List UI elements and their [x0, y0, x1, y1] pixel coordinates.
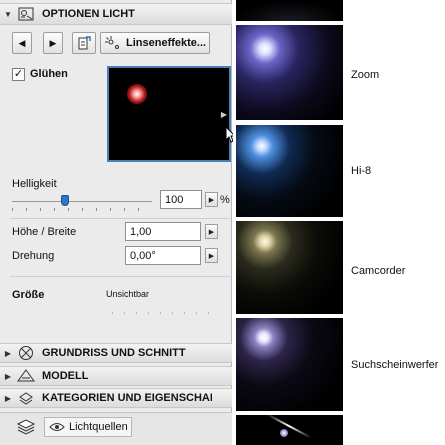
- categories-icon: [16, 390, 36, 406]
- arrow-right-icon: ▶: [49, 37, 57, 48]
- categories-section-header[interactable]: ▶ KATEGORIEN UND EIGENSCHAFTEN: [0, 388, 232, 408]
- model-icon: [16, 368, 36, 384]
- gallery-thumbnail-5[interactable]: [236, 415, 343, 445]
- gallery-thumbnail-3[interactable]: [236, 221, 343, 314]
- arrow-right-icon: ▶: [208, 196, 215, 204]
- arrow-right-icon: ▶: [208, 252, 215, 260]
- lens-flare-icon: [105, 36, 119, 49]
- gallery-thumbnail-4[interactable]: [236, 318, 343, 411]
- size-value: Unsichtbar: [106, 289, 150, 299]
- floor-plan-section-header[interactable]: ▶ GRUNDRISS UND SCHNITT: [0, 343, 232, 363]
- gallery-thumbnail-0[interactable]: [236, 0, 343, 21]
- rotation-label: Drehung: [12, 250, 55, 262]
- expand-triangle-icon[interactable]: ▶: [0, 349, 16, 358]
- preview-arrow-icon[interactable]: ▶: [219, 106, 229, 122]
- light-settings-icon: [16, 6, 36, 22]
- size-slider-ticks: [112, 312, 220, 314]
- brightness-slider-thumb[interactable]: [61, 195, 70, 206]
- slider-ticks: [12, 208, 152, 211]
- gallery-thumbnail-2[interactable]: [236, 125, 343, 217]
- glow-label: Glühen: [30, 68, 68, 80]
- layers-icon[interactable]: [16, 419, 36, 435]
- footer-bar: Lichtquellen: [0, 412, 232, 445]
- arrow-left-icon: ◀: [18, 37, 26, 48]
- model-section-header[interactable]: ▶ MODELL: [0, 366, 232, 386]
- collapse-triangle-icon[interactable]: ▼: [0, 10, 16, 19]
- eye-icon: [49, 423, 65, 431]
- glow-preview[interactable]: ▶: [107, 66, 231, 162]
- glow-checkbox[interactable]: ✓: [12, 68, 25, 81]
- lens-effects-label: Linseneffekte...: [126, 37, 207, 49]
- previous-button[interactable]: ◀: [12, 32, 32, 54]
- light-options-title: OPTIONEN LICHT: [42, 8, 135, 20]
- brightness-unit: %: [220, 194, 230, 206]
- brightness-stepper[interactable]: ▶: [205, 192, 218, 207]
- size-label: Größe: [12, 289, 45, 301]
- floor-plan-section-icon: [16, 345, 36, 361]
- light-options-panel: ▼ OPTIONEN LICHT ◀ ▶ Linseneffekte... ✓ …: [0, 0, 237, 445]
- arrow-right-icon: ▶: [208, 228, 215, 236]
- checkmark-icon: ✓: [13, 68, 24, 80]
- brightness-slider[interactable]: [12, 195, 152, 206]
- lens-effect-gallery: Zoom Hi-8 Camcorder Suchscheinwerfer: [233, 0, 445, 445]
- lens-effects-button[interactable]: Linseneffekte...: [100, 32, 210, 54]
- light-streak: [266, 415, 312, 439]
- height-width-input[interactable]: 1,00: [125, 222, 201, 241]
- divider: [10, 218, 230, 219]
- expand-triangle-icon[interactable]: ▶: [0, 372, 16, 381]
- model-section-title: MODELL: [42, 370, 89, 382]
- glow-spot: [127, 84, 147, 104]
- brightness-label: Helligkeit: [12, 178, 57, 190]
- light-options-header[interactable]: ▼ OPTIONEN LICHT: [0, 3, 232, 25]
- brightness-input[interactable]: 100: [160, 190, 202, 209]
- floor-plan-section-title: GRUNDRISS UND SCHNITT: [42, 347, 186, 359]
- height-width-stepper[interactable]: ▶: [205, 224, 218, 239]
- divider: [10, 276, 230, 277]
- gallery-thumbnail-1[interactable]: [236, 25, 343, 120]
- light-sources-label: Lichtquellen: [69, 421, 128, 433]
- rotation-stepper[interactable]: ▶: [205, 248, 218, 263]
- next-button[interactable]: ▶: [43, 32, 63, 54]
- expand-triangle-icon[interactable]: ▶: [0, 394, 16, 403]
- gallery-label-hi8: Hi-8: [351, 165, 372, 177]
- gallery-label-zoom: Zoom: [351, 69, 380, 81]
- gallery-label-camcorder: Camcorder: [351, 265, 406, 277]
- categories-section-title: KATEGORIEN UND EIGENSCHAFTEN: [42, 392, 212, 404]
- edit-settings-button[interactable]: [72, 32, 96, 54]
- height-width-label: Höhe / Breite: [12, 226, 77, 238]
- gallery-label-searchlight: Suchscheinwerfer: [351, 359, 439, 371]
- light-spot: [280, 429, 288, 437]
- light-sources-layer-button[interactable]: Lichtquellen: [44, 417, 132, 437]
- edit-document-icon: [78, 36, 91, 50]
- rotation-input[interactable]: 0,00°: [125, 246, 201, 265]
